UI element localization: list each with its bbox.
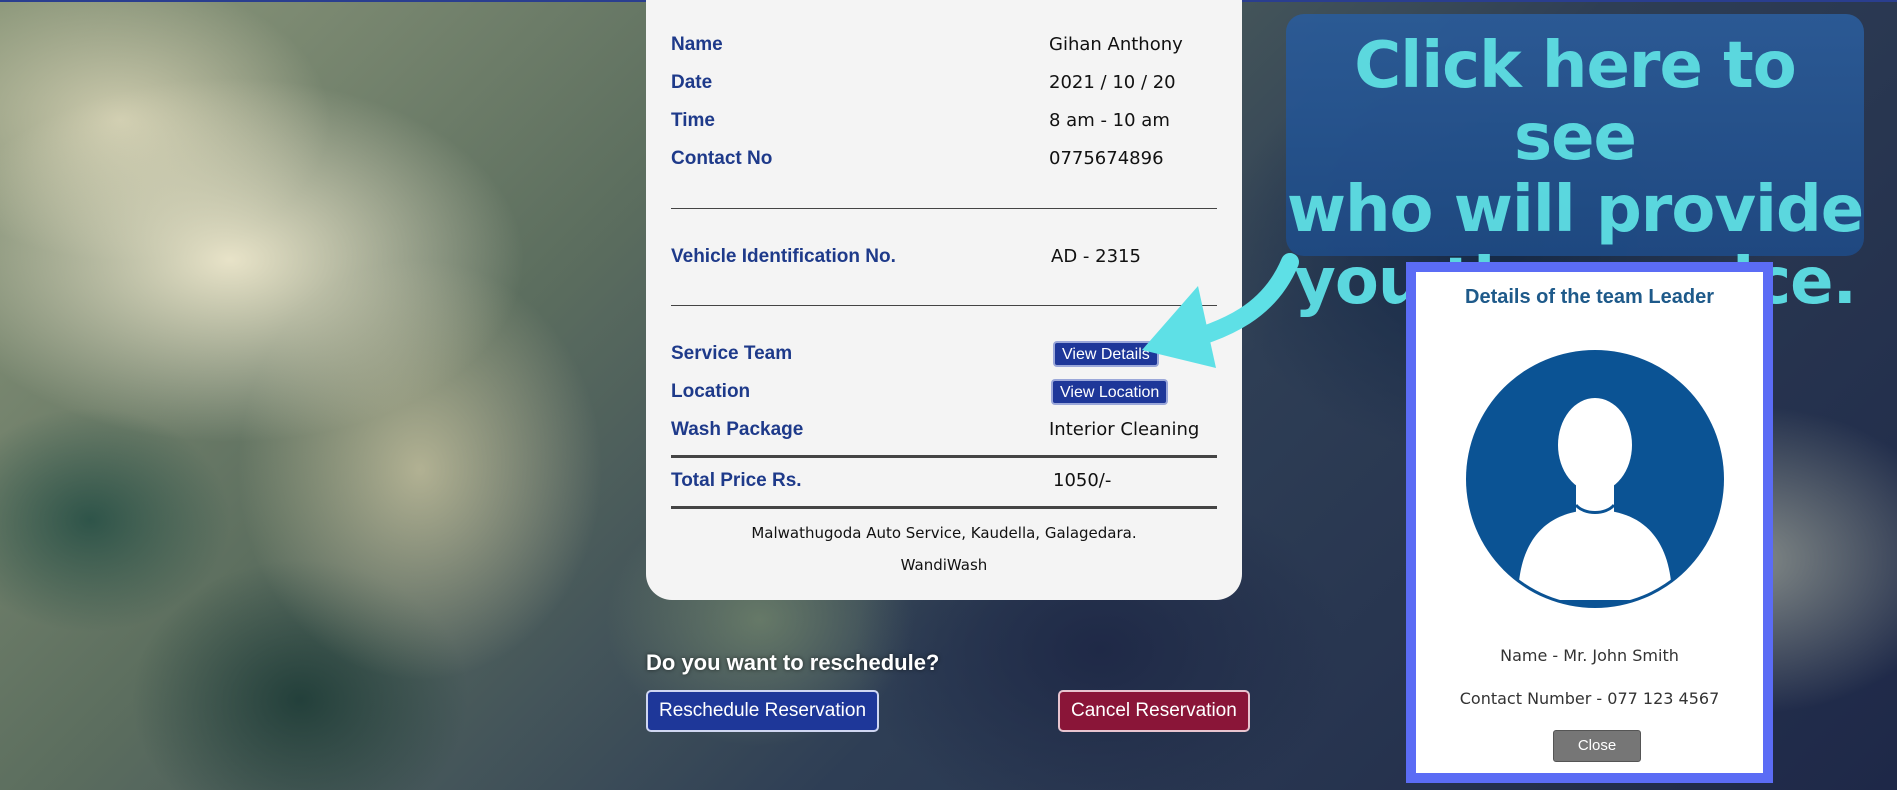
footer-address: Malwathugoda Auto Service, Kaudella, Gal… xyxy=(751,524,1137,542)
row-total: Total Price Rs. 1050/- xyxy=(671,470,1216,496)
name-label: Name xyxy=(671,34,723,55)
total-value: 1050/- xyxy=(1053,470,1112,491)
avatar-icon xyxy=(1466,350,1724,608)
name-value: Gihan Anthony xyxy=(1049,34,1183,55)
contact-value: 0775674896 xyxy=(1049,148,1164,169)
row-name: Name Gihan Anthony xyxy=(671,34,1216,60)
modal-title: Details of the team Leader xyxy=(1465,286,1714,308)
reschedule-button[interactable]: Reschedule Reservation xyxy=(646,690,880,732)
wash-package-label: Wash Package xyxy=(671,419,804,440)
wash-package-value: Interior Cleaning xyxy=(1049,419,1200,440)
pointer-arrow-icon xyxy=(1142,253,1299,368)
team-leader-modal: Details of the team Leader Name - Mr. Jo… xyxy=(1406,262,1773,783)
service-team-label: Service Team xyxy=(671,343,793,364)
row-contact: Contact No 0775674896 xyxy=(671,148,1216,174)
divider xyxy=(671,455,1217,458)
divider xyxy=(671,506,1217,509)
location-label: Location xyxy=(671,381,751,402)
footer-brand: WandiWash xyxy=(900,556,988,574)
close-button[interactable]: Close xyxy=(1553,730,1641,762)
total-label: Total Price Rs. xyxy=(671,470,802,491)
row-time: Time 8 am - 10 am xyxy=(671,110,1216,136)
time-value: 8 am - 10 am xyxy=(1049,110,1170,131)
row-location: Location View Location xyxy=(671,379,1216,407)
row-date: Date 2021 / 10 / 20 xyxy=(671,72,1216,98)
callout-line: who will provide xyxy=(1286,173,1864,247)
reschedule-question: Do you want to reschedule? xyxy=(646,650,940,675)
contact-label: Contact No xyxy=(671,148,773,169)
leader-contact: Contact Number - 077 123 4567 xyxy=(1459,689,1720,708)
divider xyxy=(671,208,1217,209)
modal-body: Details of the team Leader Name - Mr. Jo… xyxy=(1416,272,1763,773)
callout-line: Click here to see xyxy=(1354,29,1796,175)
date-label: Date xyxy=(671,72,713,93)
vehicle-label: Vehicle Identification No. xyxy=(671,246,896,267)
leader-name: Name - Mr. John Smith xyxy=(1500,646,1679,665)
view-location-button[interactable]: View Location xyxy=(1051,379,1169,405)
annotation-callout: Click here to see who will provide you t… xyxy=(1286,14,1864,318)
time-label: Time xyxy=(671,110,716,131)
cancel-reservation-button[interactable]: Cancel Reservation xyxy=(1058,690,1250,732)
row-wash-package: Wash Package Interior Cleaning xyxy=(671,419,1216,445)
date-value: 2021 / 10 / 20 xyxy=(1049,72,1176,93)
